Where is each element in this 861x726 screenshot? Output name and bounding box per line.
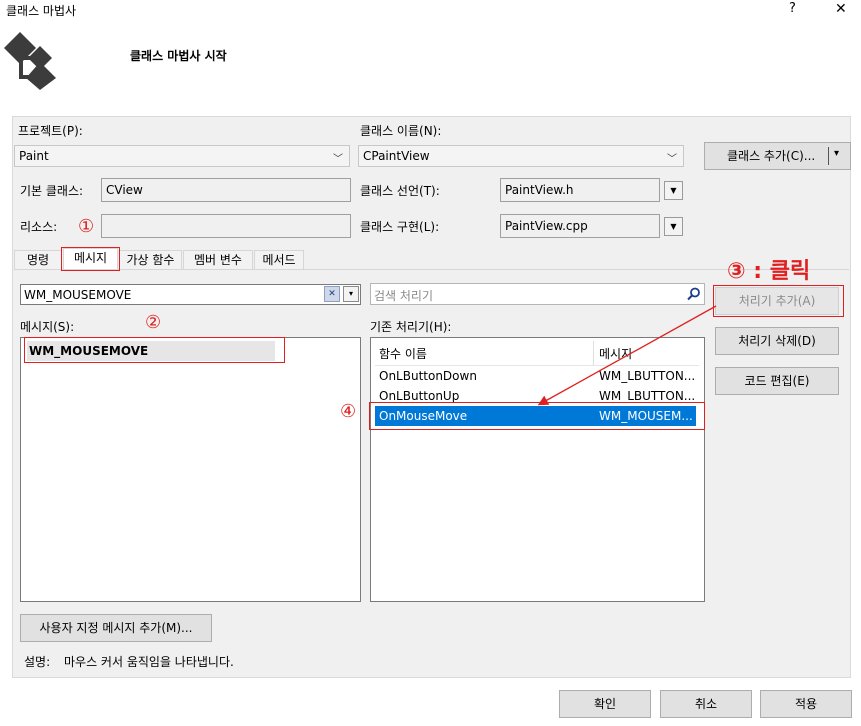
annotation-arrow xyxy=(537,305,717,406)
